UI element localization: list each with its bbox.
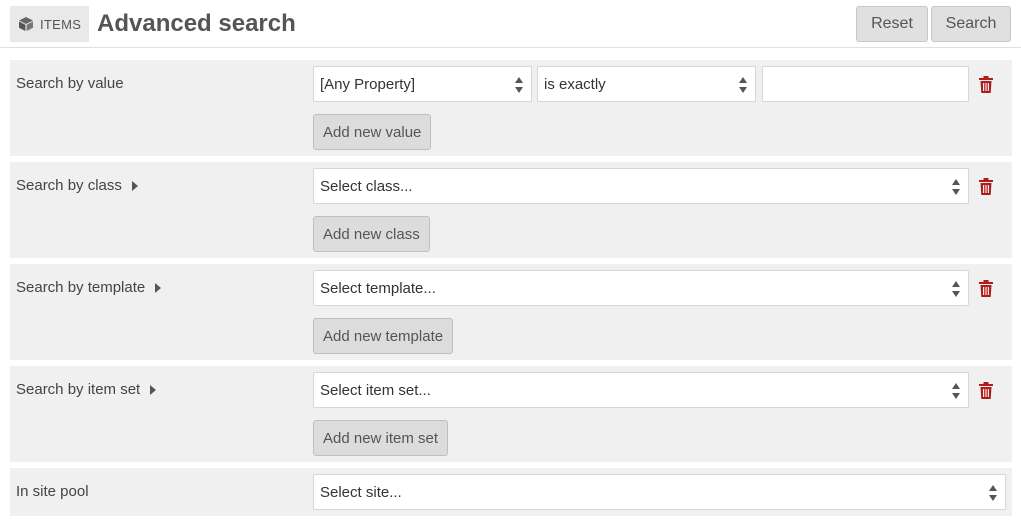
class-select[interactable]: Select class...	[313, 168, 969, 204]
item-set-select-value: Select item set...	[320, 381, 431, 399]
trash-icon[interactable]	[979, 382, 993, 399]
fieldset-search-by-template: Search by template Select template... Ad…	[10, 264, 1012, 360]
template-select-value: Select template...	[320, 279, 436, 297]
search-by-template-label: Search by template	[16, 279, 146, 296]
caret-right-icon	[131, 180, 138, 191]
fieldset-search-by-value: Search by value [Any Property] is exactl…	[10, 60, 1012, 156]
caret-right-icon	[150, 384, 157, 395]
search-by-class-toggle[interactable]: Search by class	[16, 177, 138, 194]
add-new-value-button[interactable]: Add new value	[313, 114, 432, 150]
trash-icon[interactable]	[979, 76, 993, 93]
caret-right-icon	[155, 282, 162, 293]
search-by-template-toggle[interactable]: Search by template	[16, 279, 162, 296]
reset-button[interactable]: Reset	[856, 6, 928, 42]
cube-icon	[19, 17, 33, 31]
property-select-value: [Any Property]	[320, 75, 416, 93]
fieldset-search-by-class: Search by class Select class... Add new …	[10, 162, 1012, 258]
section-label: ITEMS	[40, 16, 82, 32]
select-arrows-icon	[952, 383, 960, 399]
add-new-template-button[interactable]: Add new template	[313, 318, 454, 354]
select-arrows-icon	[952, 179, 960, 195]
search-button[interactable]: Search	[931, 6, 1011, 42]
select-arrows-icon	[989, 485, 997, 501]
fieldset-search-by-item-set: Search by item set Select item set... Ad…	[10, 366, 1012, 462]
page-header: ITEMS Advanced search Reset Search	[0, 0, 1021, 48]
in-site-pool-label-text: In site pool	[16, 483, 89, 500]
template-select[interactable]: Select template...	[313, 270, 969, 306]
in-site-pool-label: In site pool	[16, 483, 89, 500]
search-by-item-set-toggle[interactable]: Search by item set	[16, 381, 157, 398]
add-new-class-button[interactable]: Add new class	[313, 216, 430, 252]
site-select-value: Select site...	[320, 483, 402, 501]
search-by-value-label: Search by value	[16, 75, 124, 92]
fieldset-in-site-pool: In site pool Select site...	[10, 468, 1012, 516]
select-arrows-icon	[515, 77, 523, 93]
select-arrows-icon	[739, 77, 747, 93]
search-by-item-set-label: Search by item set	[16, 381, 141, 398]
section-badge: ITEMS	[10, 6, 90, 42]
search-by-class-label: Search by class	[16, 177, 122, 194]
item-set-select[interactable]: Select item set...	[313, 372, 969, 408]
site-select[interactable]: Select site...	[313, 474, 1006, 510]
class-select-value: Select class...	[320, 177, 413, 195]
trash-icon[interactable]	[979, 280, 993, 297]
page-title: Advanced search	[97, 10, 296, 37]
property-select[interactable]: [Any Property]	[313, 66, 532, 102]
select-arrows-icon	[952, 281, 960, 297]
value-text-input[interactable]	[762, 66, 969, 102]
search-by-value-label-text: Search by value	[16, 75, 124, 92]
add-new-item-set-button[interactable]: Add new item set	[313, 420, 449, 456]
operator-select[interactable]: is exactly	[537, 66, 756, 102]
operator-select-value: is exactly	[544, 75, 606, 93]
trash-icon[interactable]	[979, 178, 993, 195]
